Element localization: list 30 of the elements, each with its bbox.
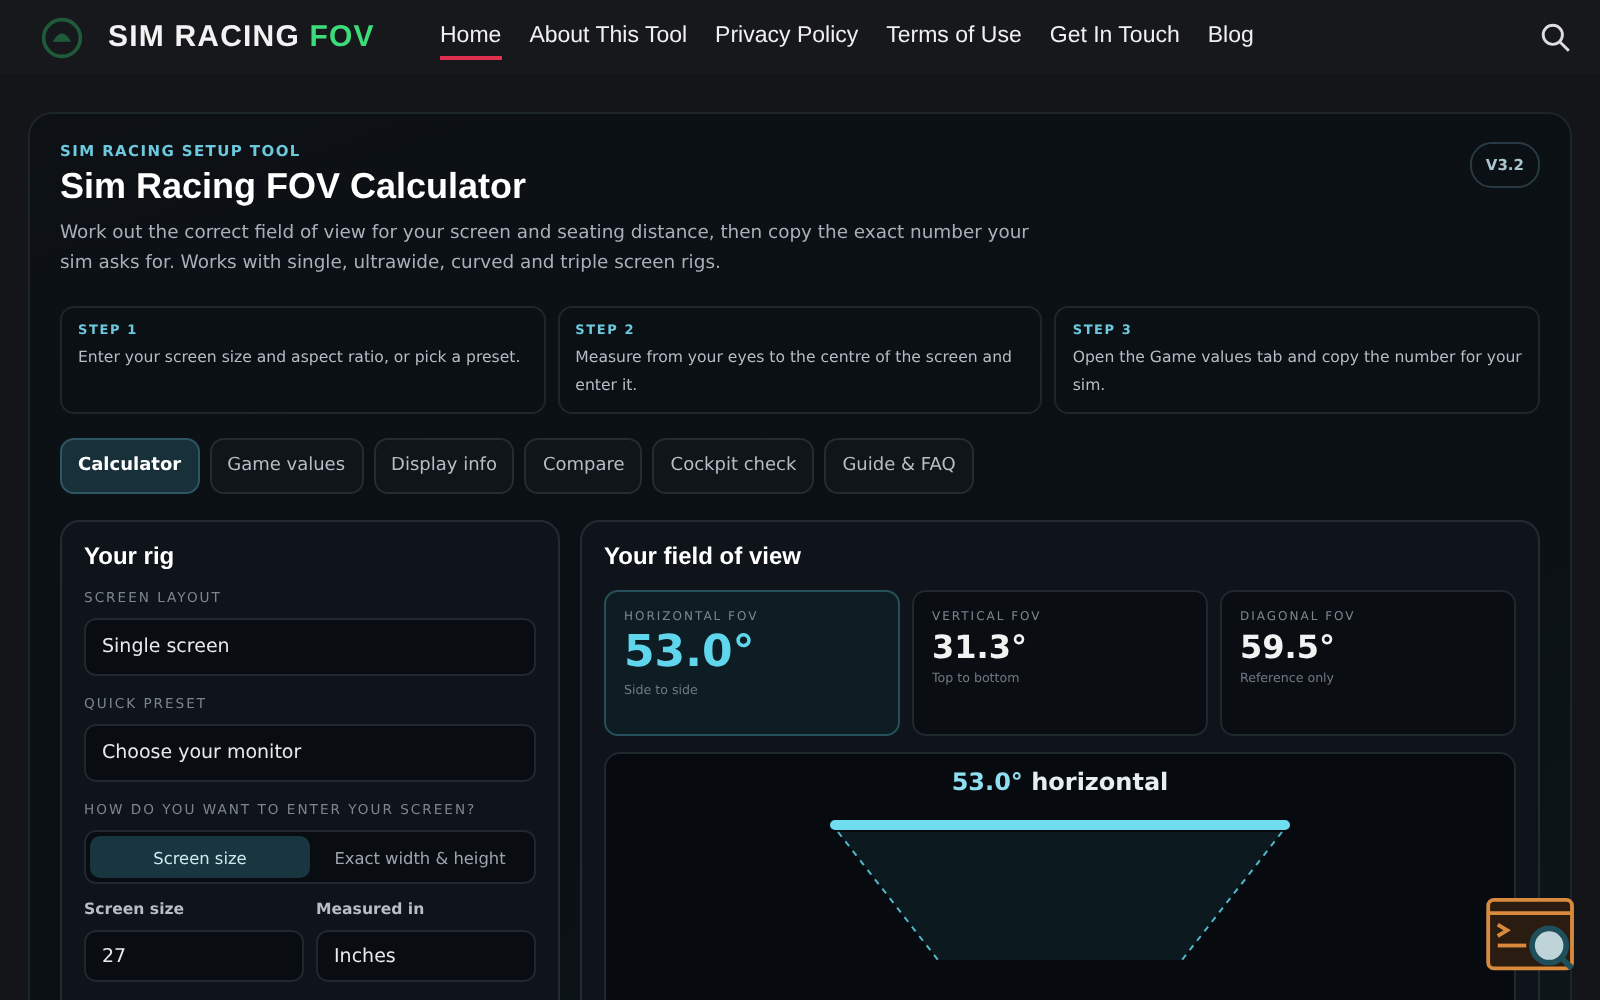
tab[interactable]: Display info (373, 438, 515, 495)
nav-link[interactable]: Blog (1207, 15, 1254, 59)
nav-link[interactable]: Home (440, 15, 502, 59)
fov-value: 59.5° (1240, 628, 1337, 667)
select-field[interactable]: Choose your monitor (84, 724, 536, 783)
nav-link[interactable]: About This Tool (529, 15, 688, 59)
description-text: Work out the correct field of view for your screen and seating distance, then copy the exact number your sim asks for. Works with single, ultrawide, curved and triple screen rigs. (60, 220, 1031, 278)
nav-link[interactable]: Get In Touch (1049, 15, 1180, 59)
browser-search-icon[interactable] (1484, 896, 1580, 976)
tab[interactable]: Guide & FAQ (824, 438, 974, 495)
panel-title: Your field of view (604, 542, 803, 571)
tab[interactable]: Game values (209, 438, 364, 495)
panel-title: Your rig (84, 542, 177, 571)
nav-link[interactable]: Privacy Policy (715, 15, 859, 59)
select-field[interactable]: Single screen (84, 618, 536, 677)
diagram-caption: 53.0° horizontal (951, 768, 1169, 797)
select-field[interactable]: Inches (316, 930, 536, 983)
tab[interactable]: Compare (524, 438, 643, 495)
tab[interactable]: Cockpit check (652, 438, 815, 495)
input-field[interactable]: 27 (84, 930, 304, 983)
tab[interactable]: Calculator (60, 438, 200, 495)
search-icon[interactable] (1540, 21, 1572, 53)
nav-link[interactable]: Terms of Use (886, 15, 1022, 59)
fov-value: 31.3° (932, 628, 1029, 667)
site-logo[interactable]: SIM RACING FOV (108, 20, 375, 54)
segment-option[interactable]: Screen size (90, 836, 310, 879)
page-title: Sim Racing FOV Calculator (60, 166, 529, 208)
segment-option[interactable]: Exact width & height (310, 836, 530, 879)
helmet-icon (40, 15, 84, 59)
fov-value: 53.0° (624, 628, 757, 679)
